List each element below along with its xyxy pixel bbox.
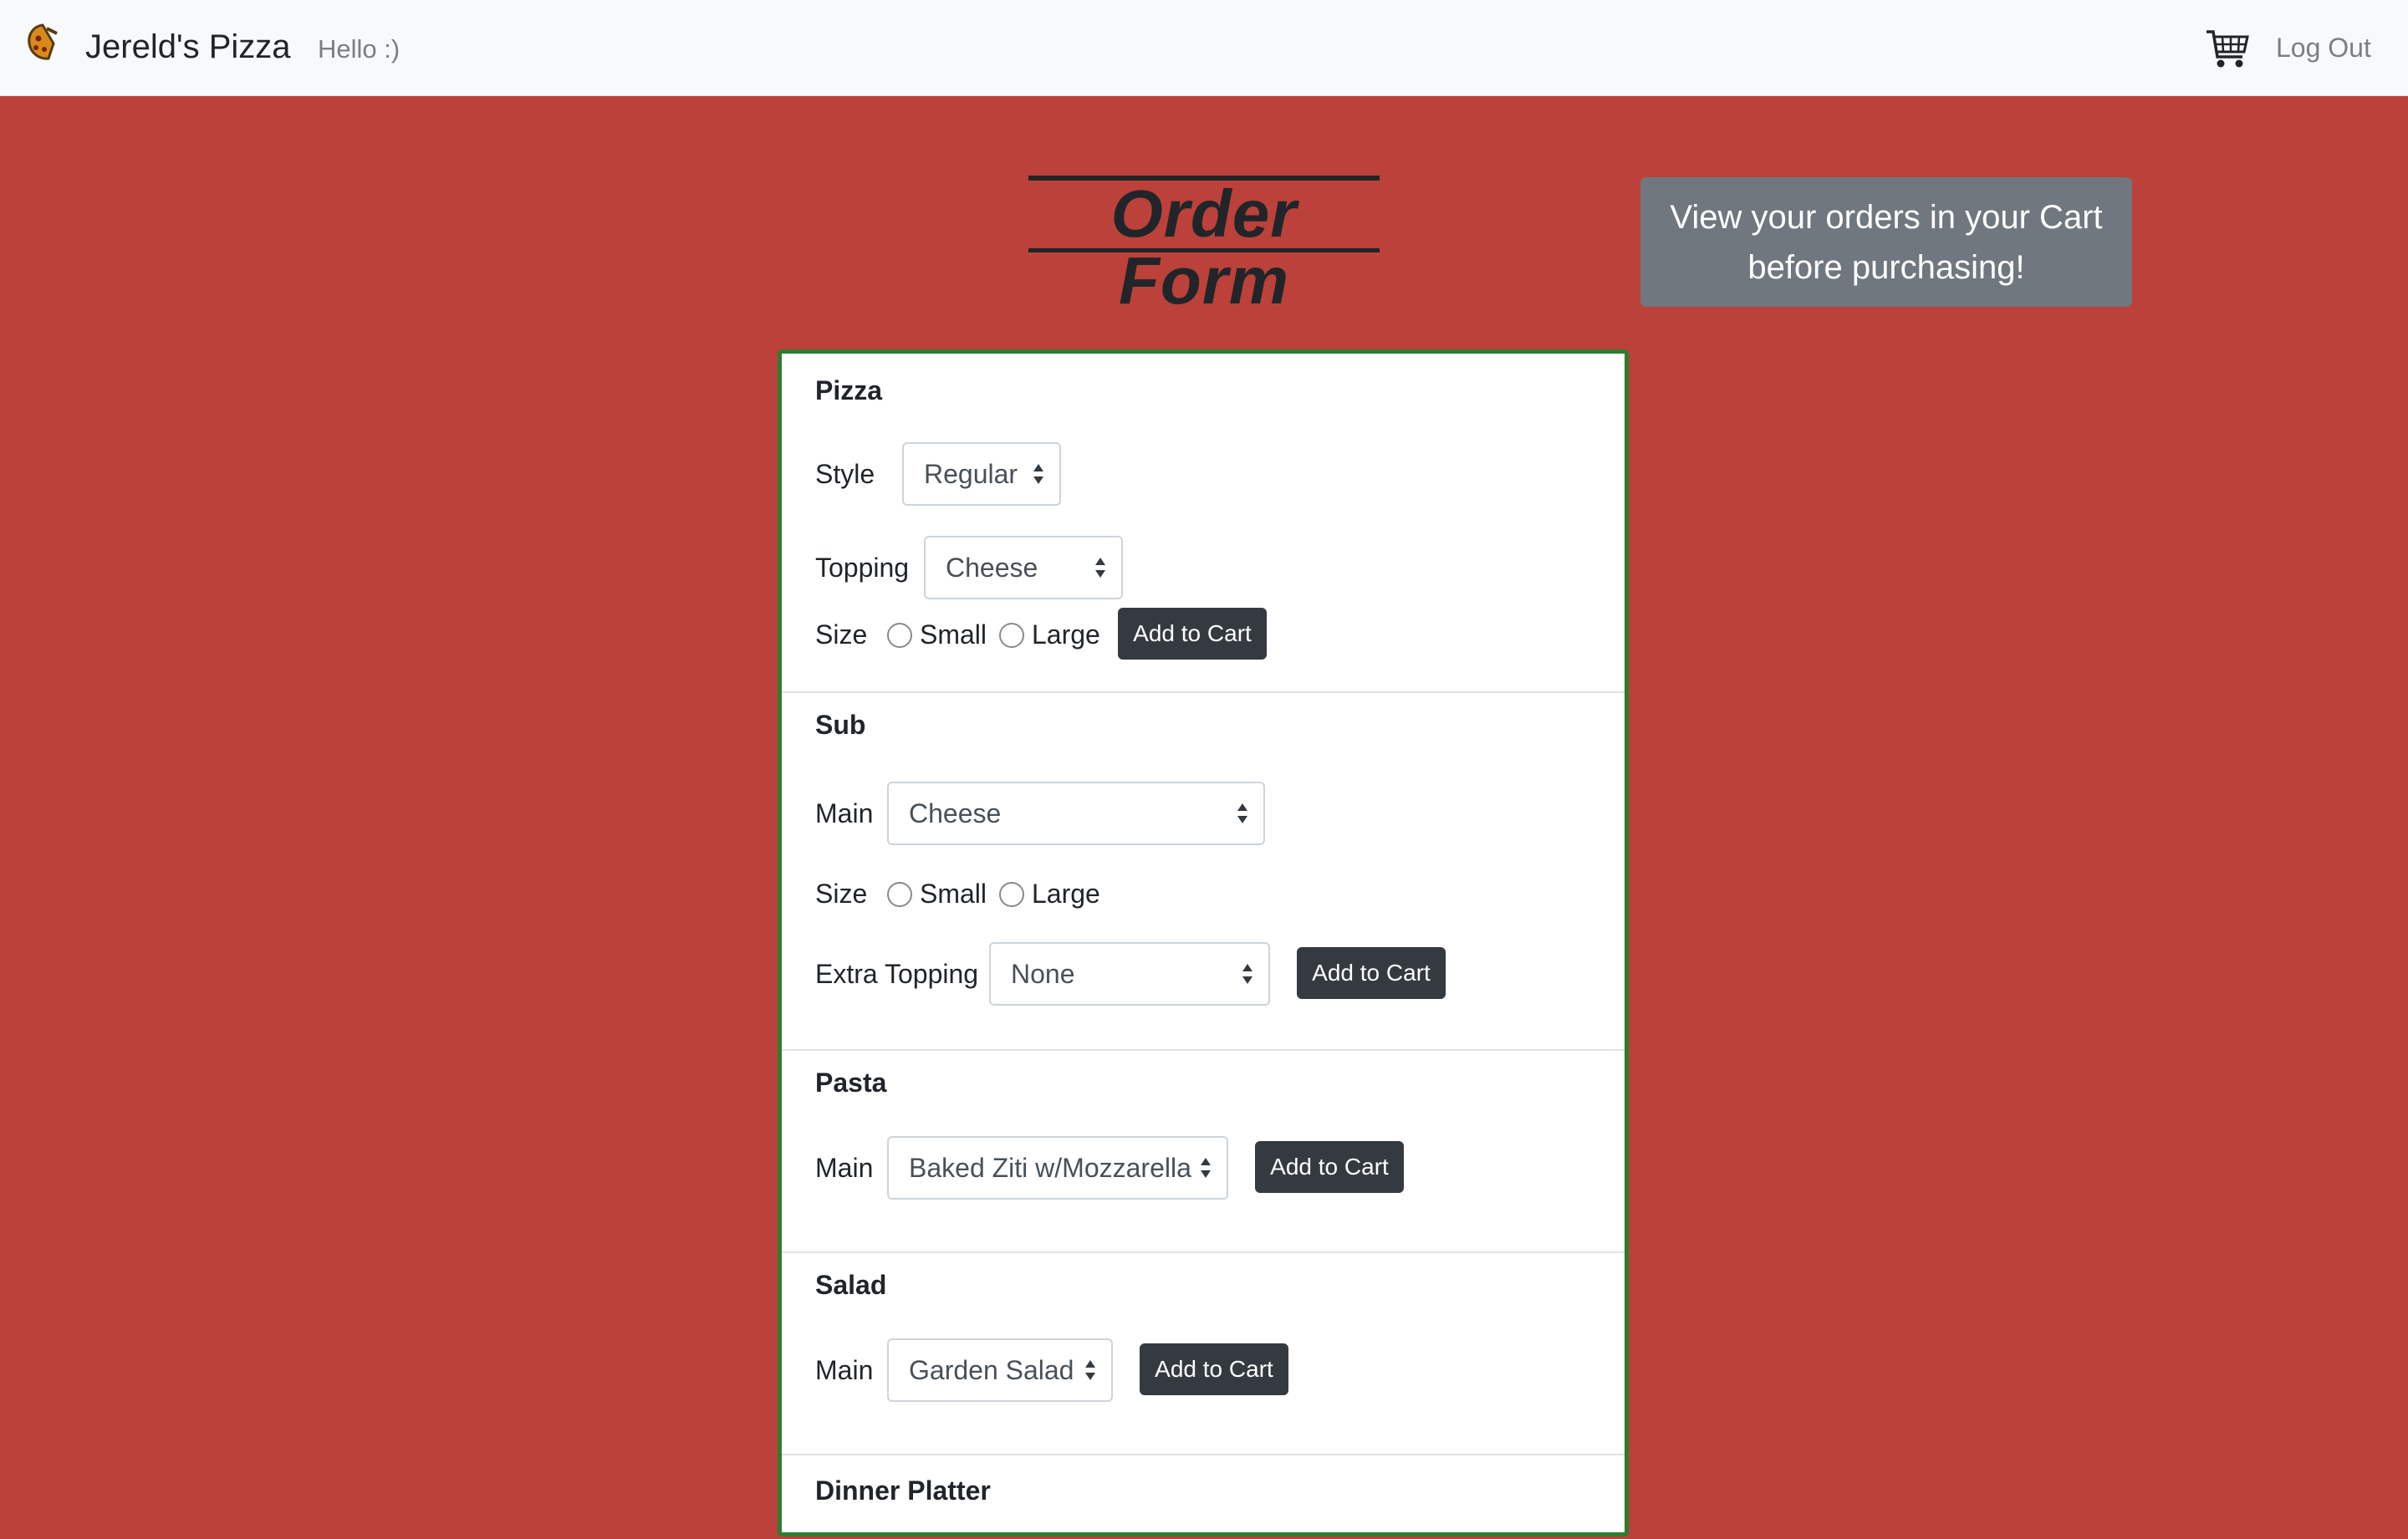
pizza-logo-icon[interactable] [23, 22, 62, 64]
brand-name[interactable]: Jereld's Pizza [85, 23, 291, 70]
page-title: Order Form [1028, 176, 1380, 314]
select-arrows-icon [1242, 964, 1252, 984]
sub-main-label: Main [815, 798, 874, 828]
sub-extra-topping-label: Extra Topping [815, 959, 979, 989]
cart-notice: View your orders in your Cart before pur… [1640, 177, 2132, 307]
pasta-section: Pasta Main Baked Ziti w/Mozzarella Add t… [782, 1051, 1625, 1251]
sub-size-label: Size [815, 879, 868, 909]
pizza-topping-label: Topping [815, 553, 910, 583]
select-arrows-icon [1033, 464, 1043, 484]
dinner-platter-section: Dinner Platter [782, 1455, 1625, 1539]
pizza-style-label: Style [815, 459, 875, 489]
select-arrows-icon [1095, 558, 1105, 578]
salad-section-title: Salad [815, 1270, 887, 1300]
select-arrows-icon [1237, 803, 1247, 823]
pasta-main-select[interactable]: Baked Ziti w/Mozzarella [887, 1136, 1228, 1200]
salad-main-label: Main [815, 1355, 874, 1385]
salad-section: Salad Main Garden Salad Add to Cart [782, 1253, 1625, 1454]
order-form-card: Pizza Style Regular Topping Cheese Size … [778, 349, 1629, 1536]
sub-main-value: Cheese [909, 798, 1002, 828]
top-navbar: Jereld's Pizza Hello :) Log Out [0, 0, 2408, 96]
salad-add-to-cart-button[interactable]: Add to Cart [1140, 1343, 1288, 1395]
sub-add-to-cart-button[interactable]: Add to Cart [1297, 947, 1446, 999]
select-arrows-icon [1201, 1158, 1211, 1178]
pizza-section-title: Pizza [815, 375, 883, 405]
select-arrows-icon [1085, 1360, 1095, 1380]
sub-size-large-radio[interactable] [999, 882, 1024, 907]
pasta-main-label: Main [815, 1153, 874, 1183]
pizza-style-value: Regular [924, 459, 1018, 489]
pizza-section: Pizza Style Regular Topping Cheese Size … [782, 354, 1625, 691]
pasta-main-value: Baked Ziti w/Mozzarella [909, 1153, 1191, 1183]
sub-size-small-radio[interactable] [887, 882, 912, 907]
pizza-size-small-radio[interactable] [887, 623, 912, 648]
logout-link[interactable]: Log Out [2276, 28, 2371, 67]
dinner-platter-section-title: Dinner Platter [815, 1475, 991, 1506]
pasta-section-title: Pasta [815, 1068, 887, 1098]
salad-main-value: Garden Salad [909, 1355, 1074, 1385]
shopping-cart-icon[interactable] [2204, 25, 2251, 72]
sub-extra-topping-select[interactable]: None [989, 942, 1270, 1006]
sub-extra-topping-value: None [1011, 959, 1075, 989]
pizza-style-select[interactable]: Regular [902, 442, 1061, 506]
pizza-size-large-label: Large [1032, 619, 1100, 650]
pizza-size-label: Size [815, 619, 868, 650]
pizza-topping-value: Cheese [946, 553, 1038, 583]
pizza-size-small-label: Small [920, 619, 987, 650]
sub-section-title: Sub [815, 710, 866, 740]
pizza-topping-select[interactable]: Cheese [924, 536, 1123, 599]
greeting-text: Hello :) [318, 34, 400, 64]
salad-main-select[interactable]: Garden Salad [887, 1338, 1113, 1402]
pasta-add-to-cart-button[interactable]: Add to Cart [1255, 1141, 1404, 1193]
sub-section: Sub Main Cheese Size Small Large Extra T… [782, 693, 1625, 1049]
pizza-add-to-cart-button[interactable]: Add to Cart [1118, 608, 1267, 660]
sub-main-select[interactable]: Cheese [887, 782, 1265, 845]
sub-size-large-label: Large [1032, 879, 1100, 909]
sub-size-small-label: Small [920, 879, 987, 909]
pizza-size-large-radio[interactable] [999, 623, 1024, 648]
